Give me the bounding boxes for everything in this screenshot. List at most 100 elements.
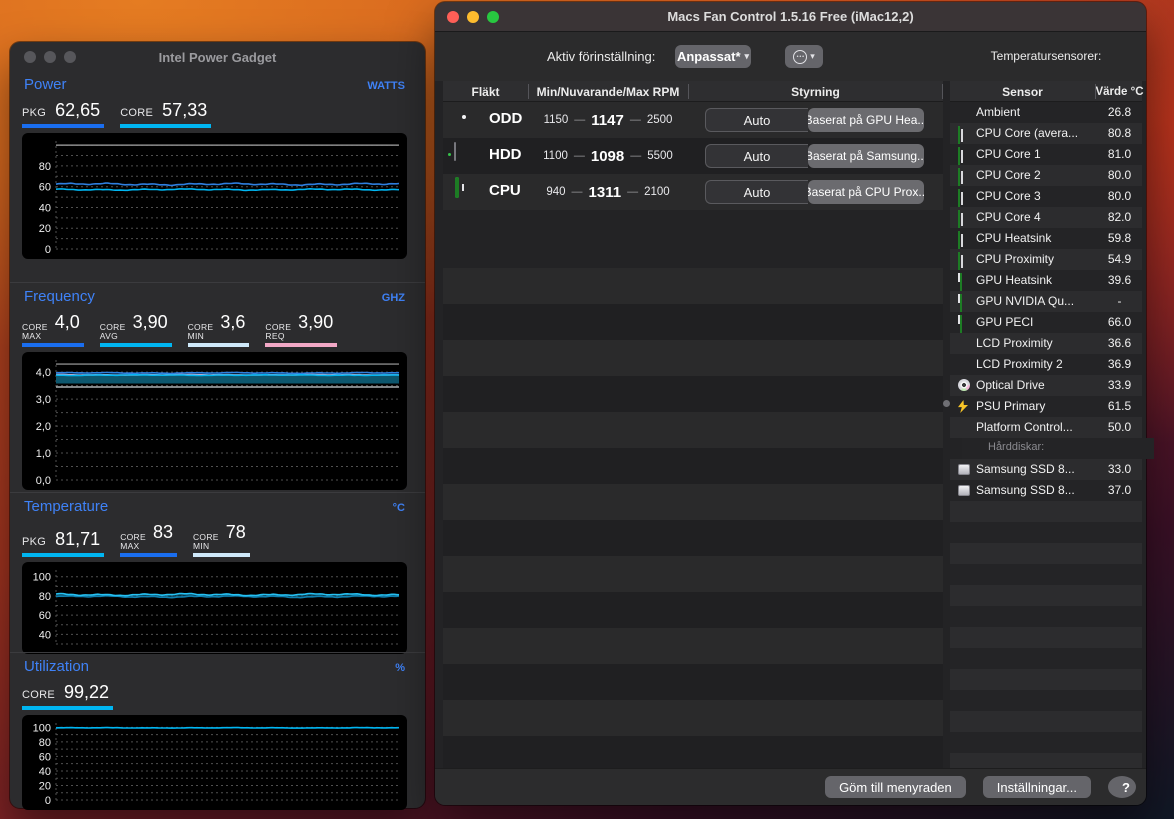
svg-text:1,0: 1,0 — [36, 448, 51, 460]
sensor-column-header[interactable]: Sensor — [950, 81, 1095, 102]
sensor-row[interactable]: CPU Core 2 80.0 — [950, 165, 1142, 187]
preset-dropdown[interactable]: Anpassat* ▾ — [675, 45, 751, 68]
preset-actions-button[interactable]: ••• ▾ — [785, 45, 823, 68]
temperature-section-title: Temperature — [24, 498, 109, 515]
pkg-temp-stat: PKG 81,71 — [22, 529, 105, 557]
temperature-sensors-label: Temperatursensorer: — [990, 49, 1102, 63]
close-button[interactable] — [24, 51, 36, 63]
core-min-temp-stat: CORE MIN 78 — [192, 522, 250, 557]
sensor-row[interactable]: CPU Core 3 80.0 — [950, 186, 1142, 208]
sensor-row[interactable]: Optical Drive 33.9 — [950, 375, 1142, 396]
minimize-button[interactable] — [467, 11, 479, 23]
fan-row[interactable]: ODD 1150 — 1147 — 2500 Auto Baserat på G… — [443, 102, 943, 138]
intel-power-gadget-window: Intel Power Gadget Power WATTS PKG 62,65… — [10, 42, 425, 810]
svg-text:40: 40 — [39, 629, 51, 641]
sensor-row[interactable]: Samsung SSD 8... 33.0 — [950, 459, 1142, 480]
lightning-bolt-icon — [958, 400, 968, 413]
sensor-table-header: Sensor Värde °C — [950, 81, 1144, 102]
column-separator — [942, 84, 943, 99]
splitter-handle[interactable] — [943, 400, 950, 407]
sensor-value: 54.9 — [1107, 252, 1132, 266]
sensor-row[interactable]: PSU Primary 61.5 — [950, 396, 1142, 417]
fan-max-rpm: 2500 — [646, 114, 673, 126]
sensor-row[interactable]: GPU PECI 66.0 — [950, 312, 1142, 334]
core-power-stat: CORE 57,33 — [120, 100, 212, 128]
minimize-button[interactable] — [44, 51, 56, 63]
sensor-name: GPU NVIDIA Qu... — [976, 294, 1075, 308]
fan-row[interactable]: CPU 940 — 1311 — 2100 Auto Baserat på CP… — [443, 174, 943, 210]
svg-text:60: 60 — [39, 610, 51, 622]
custom-mode-button[interactable]: Baserat på GPU Hea... — [808, 108, 924, 132]
rpm-column-header[interactable]: Min/Nuvarande/Max RPM — [528, 81, 688, 102]
sensor-name: PSU Primary — [976, 399, 1046, 413]
temperature-section: Temperature °C PKG 81,71 CORE MAX 83 CORE… — [22, 498, 407, 654]
custom-mode-button[interactable]: Baserat på CPU Prox... — [808, 180, 924, 204]
fan-row[interactable]: HDD 1100 — 1098 — 5500 Auto Baserat på S… — [443, 138, 943, 174]
auto-mode-button[interactable]: Auto — [705, 108, 808, 132]
sensor-row[interactable]: Ambient 26.8 — [950, 102, 1142, 123]
sensor-row[interactable]: LCD Proximity 2 36.9 — [950, 354, 1142, 375]
help-button[interactable]: ? — [1108, 776, 1136, 798]
power-gadget-titlebar[interactable]: Intel Power Gadget — [10, 42, 425, 72]
sensor-value: 80.8 — [1107, 126, 1132, 140]
sensor-row[interactable]: CPU Proximity 54.9 — [950, 249, 1142, 271]
svg-text:0: 0 — [45, 795, 51, 807]
sensor-name: Platform Control... — [976, 420, 1073, 434]
sensor-row[interactable]: CPU Core (avera... 80.8 — [950, 123, 1142, 145]
fan-control-footer: Göm till menyraden Inställningar... ? — [435, 768, 1146, 805]
custom-mode-button[interactable]: Baserat på Samsung... — [808, 144, 924, 168]
sensor-row[interactable]: CPU Heatsink 59.8 — [950, 228, 1142, 250]
power-chart: 0 20 40 60 80 — [22, 133, 407, 259]
sensor-row[interactable]: CPU Core 4 82.0 — [950, 207, 1142, 229]
sensor-row[interactable]: CPU Core 1 81.0 — [950, 144, 1142, 166]
control-column-header[interactable]: Styrning — [688, 81, 943, 102]
cpu-chip-icon — [958, 168, 960, 187]
sensor-row[interactable]: GPU NVIDIA Qu... - — [950, 291, 1142, 313]
fan-current-rpm: 1311 — [588, 183, 622, 201]
cpu-chip-icon — [958, 231, 960, 250]
core-avg-freq-stat: CORE AVG 3,90 — [99, 312, 172, 347]
power-section-title: Power — [24, 76, 67, 93]
sensor-table-panel: Sensor Värde °C Ambient 26.8 CPU Core (a… — [950, 81, 1154, 768]
close-button[interactable] — [447, 11, 459, 23]
sensor-row[interactable]: Platform Control... 50.0 — [950, 417, 1142, 438]
window-controls — [24, 51, 76, 63]
sensor-value: 39.6 — [1107, 273, 1132, 287]
fan-column-header[interactable]: Fläkt — [443, 81, 528, 102]
value-column-header[interactable]: Värde °C — [1095, 81, 1144, 102]
svg-text:40: 40 — [39, 766, 51, 778]
settings-button[interactable]: Inställningar... — [982, 776, 1091, 798]
optical-disc-icon — [958, 379, 970, 391]
zoom-button[interactable] — [487, 11, 499, 23]
sensor-name: CPU Core 1 — [976, 147, 1041, 161]
sensor-name: CPU Core 2 — [976, 168, 1041, 182]
sensor-name: Optical Drive — [976, 378, 1045, 392]
sensor-value: 26.8 — [1107, 105, 1132, 119]
svg-text:3,0: 3,0 — [36, 394, 51, 406]
sensor-value: 81.0 — [1107, 147, 1132, 161]
utilization-section: Utilization % CORE 99,22 0 20 40 60 80 100 — [22, 658, 407, 810]
core-min-freq-stat: CORE MIN 3,6 — [187, 312, 250, 347]
zoom-button[interactable] — [64, 51, 76, 63]
pkg-power-stat: PKG 62,65 — [22, 100, 105, 128]
svg-text:4,0: 4,0 — [36, 367, 51, 379]
gpu-card-icon — [960, 315, 962, 334]
hide-to-menubar-button[interactable]: Göm till menyraden — [825, 776, 966, 798]
fan-control-titlebar[interactable]: Macs Fan Control 1.5.16 Free (iMac12,2) — [435, 2, 1146, 32]
svg-text:20: 20 — [39, 780, 51, 792]
chevron-down-icon: ▾ — [810, 51, 815, 61]
auto-mode-button[interactable]: Auto — [705, 144, 808, 168]
sensor-row[interactable]: LCD Proximity 36.6 — [950, 333, 1142, 354]
svg-text:2,0: 2,0 — [36, 421, 51, 433]
sensor-value: 80.0 — [1107, 168, 1132, 182]
sensor-row[interactable]: Samsung SSD 8... 37.0 — [950, 480, 1142, 501]
cpu-chip-icon — [958, 147, 960, 166]
drive-icon — [958, 464, 970, 475]
sensor-row[interactable]: GPU Heatsink 39.6 — [950, 270, 1142, 292]
chevron-down-icon: ▾ — [744, 51, 750, 61]
auto-mode-button[interactable]: Auto — [705, 180, 808, 204]
svg-text:0: 0 — [45, 244, 51, 256]
frequency-stats: CORE MAX 4,0 CORE AVG 3,90 CORE MIN 3,6 COR… — [22, 312, 407, 347]
window-controls — [447, 11, 499, 23]
fan-rpm-values: 1150 — 1147 — 2500 — [543, 111, 673, 129]
